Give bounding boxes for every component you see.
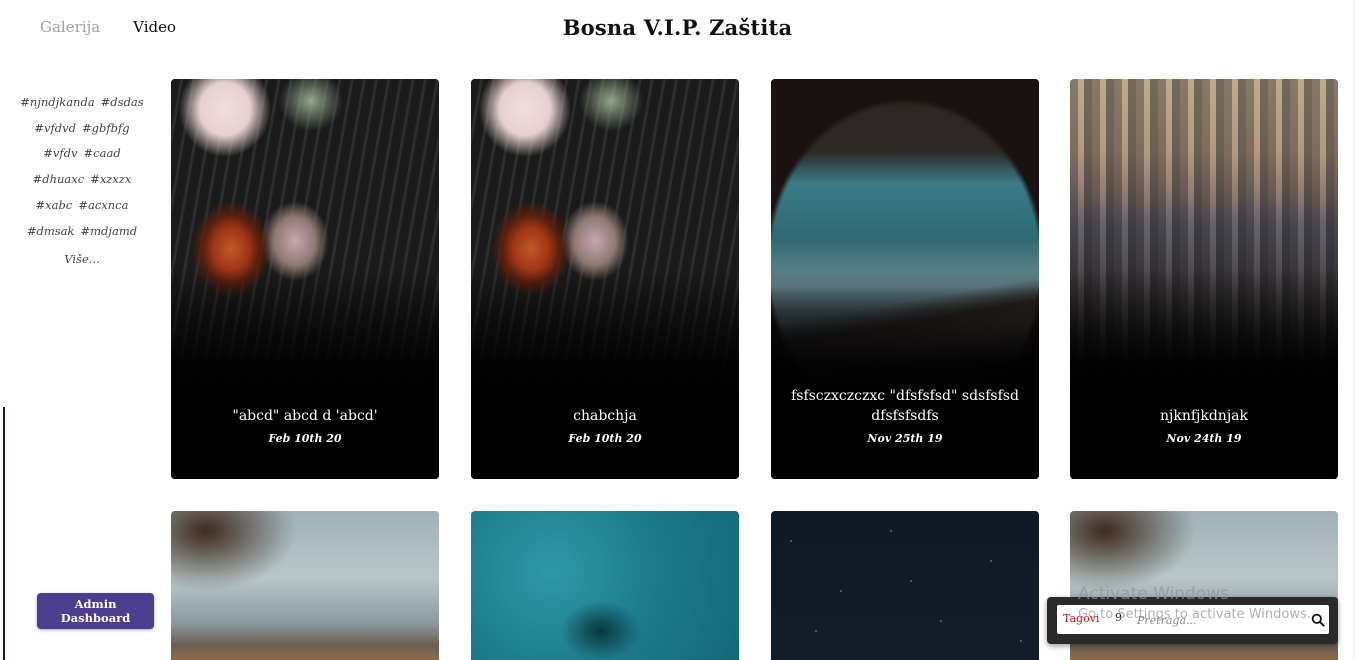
card-title: njknfjkdnjak — [1159, 408, 1248, 424]
tag-link[interactable]: #xzxzx — [90, 167, 131, 193]
search-tags-label[interactable]: Tagovi — [1063, 612, 1099, 625]
tags-more-link[interactable]: Više... — [17, 247, 147, 273]
tag-cloud: #njndjkanda #dsdas #vfdvd #gbfbfg #vfdv #ca… — [14, 90, 150, 273]
admin-dashboard-button[interactable]: Admin Dashboard — [37, 593, 154, 629]
left-accent-line — [3, 407, 5, 660]
card-overlay — [471, 269, 739, 479]
tag-link[interactable]: #njndjkanda — [20, 90, 94, 116]
card-caption: fsfsczxczczxc "dfsfsfsd" sdsfsfsd dfsfsf… — [785, 386, 1025, 445]
tag-search-panel: Tagovi 9 — [1047, 597, 1338, 644]
gallery-card[interactable]: chabchja Feb 10th 20 — [471, 79, 739, 479]
tag-link[interactable]: #vfdvd — [34, 116, 76, 142]
gallery-card[interactable] — [471, 511, 739, 660]
card-image-coastal-town — [171, 511, 439, 660]
tag-search-box: Tagovi 9 — [1057, 605, 1329, 634]
site-title: Bosna V.I.P. Zaštita — [562, 15, 793, 40]
card-image-turquoise-water — [471, 511, 739, 660]
tag-link[interactable]: #dhuaxc — [33, 167, 85, 193]
card-caption: "abcd" abcd d 'abcd' Feb 10th 20 — [185, 406, 425, 445]
tag-link[interactable]: #dsdas — [101, 90, 144, 116]
gallery-card[interactable]: njknfjkdnjak Nov 24th 19 — [1070, 79, 1338, 479]
card-title: chabchja — [573, 408, 637, 424]
card-caption: njknfjkdnjak Nov 24th 19 — [1084, 406, 1324, 445]
card-title: fsfsczxczczxc "dfsfsfsd" sdsfsfsd dfsfsf… — [791, 388, 1019, 424]
card-image-starry-sky — [771, 511, 1039, 660]
gallery-card[interactable]: "abcd" abcd d 'abcd' Feb 10th 20 — [171, 79, 439, 479]
search-icon[interactable] — [1311, 613, 1325, 627]
card-date: Feb 10th 20 — [568, 432, 642, 445]
tag-link[interactable]: #acxnca — [78, 193, 128, 219]
gallery-card[interactable] — [171, 511, 439, 660]
card-title: "abcd" abcd d 'abcd' — [232, 408, 378, 424]
card-overlay — [1070, 269, 1338, 479]
tag-link[interactable]: #vfdv — [43, 141, 77, 167]
search-count: 9 — [1115, 611, 1122, 624]
card-date: Nov 24th 19 — [1166, 432, 1242, 445]
card-caption: chabchja Feb 10th 20 — [485, 406, 725, 445]
tag-link[interactable]: #dmsak — [27, 219, 75, 245]
tag-link[interactable]: #caad — [84, 141, 121, 167]
card-date: Nov 25th 19 — [867, 432, 943, 445]
gallery-card[interactable] — [771, 511, 1039, 660]
gallery-card[interactable]: fsfsczxczczxc "dfsfsfsd" sdsfsfsd dfsfsf… — [771, 79, 1039, 479]
card-overlay — [171, 269, 439, 479]
tag-link[interactable]: #mdjamd — [81, 219, 138, 245]
card-overlay — [771, 269, 1039, 479]
card-date: Feb 10th 20 — [268, 432, 342, 445]
search-input[interactable] — [1135, 608, 1299, 632]
tag-link[interactable]: #xabc — [36, 193, 73, 219]
tag-link[interactable]: #gbfbfg — [82, 116, 130, 142]
